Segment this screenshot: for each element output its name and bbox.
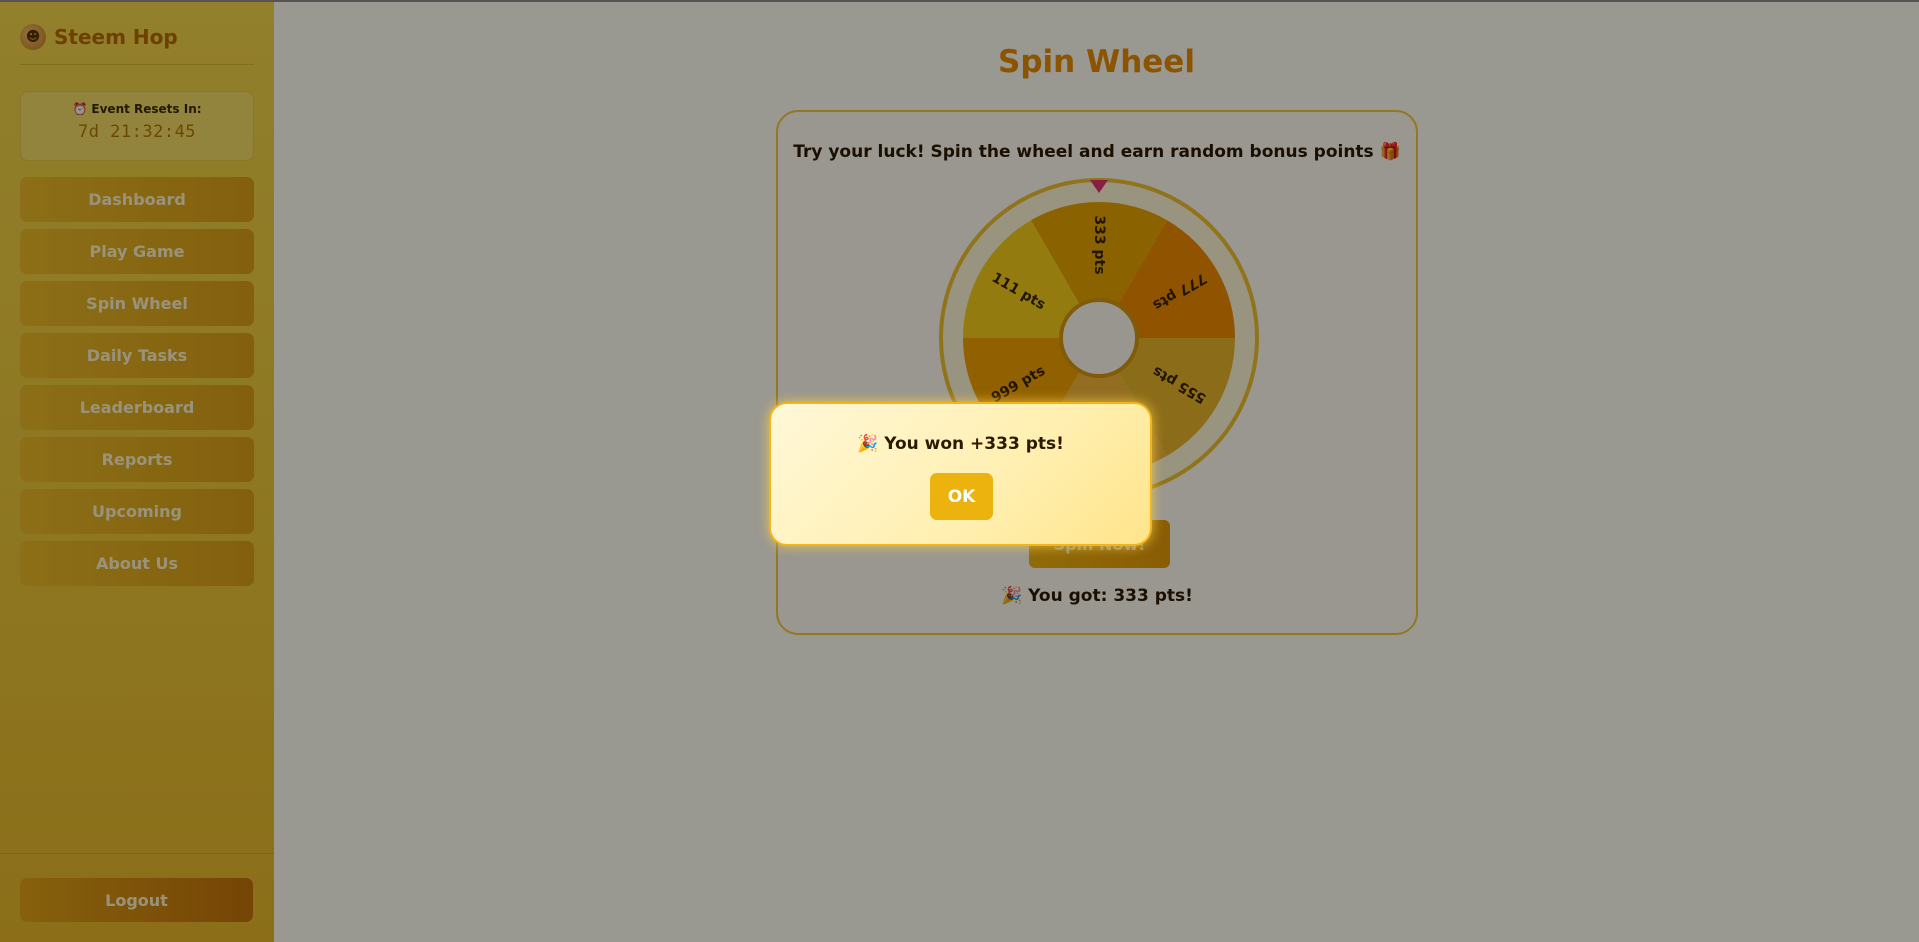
win-message: 🎉 You won +333 pts! [857, 434, 1064, 454]
ok-button[interactable]: OK [930, 473, 993, 520]
win-modal: 🎉 You won +333 pts! OK [769, 402, 1152, 546]
